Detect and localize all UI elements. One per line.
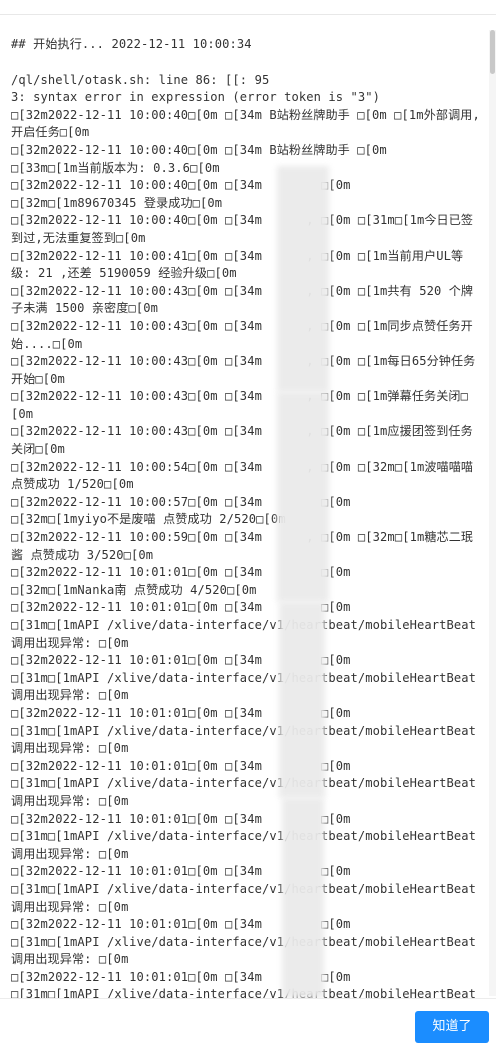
log-line: □[31m□[1mAPI /xlive/data-interface/v1/he…	[11, 987, 476, 998]
acknowledge-button[interactable]: 知道了	[415, 1011, 489, 1043]
log-line: □[33m□[1m当前版本为: 0.3.6□[0m	[11, 160, 220, 175]
log-line: □[32m2022-12-11 10:01:01□[0m □[34m □[0m	[11, 705, 351, 720]
modal-top-divider	[0, 14, 496, 15]
redaction-blur	[279, 602, 325, 798]
log-line: □[31m□[1mAPI /xlive/data-interface/v1/he…	[11, 776, 477, 808]
log-lines: /ql/shell/otask.sh: line 86: [[: 95 3: sy…	[11, 72, 481, 998]
log-line: □[32m2022-12-11 10:00:43□[0m □[34m , □[0…	[11, 318, 473, 351]
log-line: □[31m□[1mAPI /xlive/data-interface/v1/he…	[11, 618, 477, 650]
log-line: □[31m□[1mAPI /xlive/data-interface/v1/he…	[11, 881, 477, 914]
log-line: □[31m□[1mAPI /xlive/data-interface/v1/he…	[11, 829, 477, 861]
log-line: □[32m2022-12-11 10:00:40□[0m □[34m B站粉丝牌…	[11, 107, 480, 140]
log-line: □[32m2022-12-11 10:00:59□[0m □[34m , □[0…	[11, 530, 474, 562]
log-line: □[32m2022-12-11 10:00:43□[0m □[34m , □[0…	[11, 283, 474, 316]
log-line: □[32m2022-12-11 10:00:41□[0m □[34m , □[0…	[11, 248, 464, 281]
log-line: □[32m2022-12-11 10:01:01□[0m □[34m □[0m	[11, 917, 351, 932]
log-modal: ## 开始执行... 2022-12-11 10:00:34/ql/shell/…	[0, 0, 496, 1050]
log-line: □[32m□[1myiyo不是废喵 点赞成功 2/520□[0m	[11, 512, 286, 527]
log-line: □[32m2022-12-11 10:01:01□[0m □[34m □[0m	[11, 565, 351, 580]
log-line: □[32m2022-12-11 10:00:43□[0m □[34m , □[0…	[11, 389, 468, 421]
redaction-blur	[277, 166, 329, 392]
log-line: □[32m□[1mNanka南 点赞成功 4/520□[0m	[11, 582, 257, 597]
log-line: □[32m2022-12-11 10:01:01□[0m □[34m □[0m	[11, 811, 351, 826]
log-line: □[32m2022-12-11 10:01:01□[0m □[34m □[0m	[11, 600, 351, 615]
log-line: □[31m□[1mAPI /xlive/data-interface/v1/he…	[11, 934, 477, 967]
log-line: □[32m2022-12-11 10:00:40□[0m □[34m , □[0…	[11, 213, 474, 245]
log-line: □[31m□[1mAPI /xlive/data-interface/v1/he…	[11, 670, 477, 703]
log-line: □[32m2022-12-11 10:01:01□[0m □[34m □[0m	[11, 969, 351, 984]
log-line: □[32m2022-12-11 10:00:40□[0m □[34m □[0m	[11, 178, 351, 193]
redaction-blur	[282, 798, 324, 998]
log-line: □[31m□[1mAPI /xlive/data-interface/v1/he…	[11, 723, 477, 756]
log-scrollbar[interactable]	[489, 30, 496, 996]
log-line: □[32m□[1m89670345 登录成功□[0m	[11, 195, 223, 210]
log-line: □[32m2022-12-11 10:00:54□[0m □[34m , □[0…	[11, 459, 481, 492]
log-output[interactable]: ## 开始执行... 2022-12-11 10:00:34/ql/shell/…	[11, 36, 481, 998]
log-heading: ## 开始执行... 2022-12-11 10:00:34	[11, 37, 252, 51]
log-line: □[32m2022-12-11 10:00:40□[0m □[34m B站粉丝牌…	[11, 142, 387, 157]
log-line: 3: syntax error in expression (error tok…	[11, 90, 381, 105]
redaction-blur	[277, 392, 329, 602]
scrollbar-thumb[interactable]	[490, 30, 495, 74]
log-line: □[32m2022-12-11 10:01:01□[0m □[34m □[0m	[11, 758, 351, 773]
log-line: □[32m2022-12-11 10:01:01□[0m □[34m □[0m	[11, 653, 351, 668]
log-line: □[32m2022-12-11 10:00:57□[0m □[34m □[0m	[11, 494, 351, 509]
log-line: /ql/shell/otask.sh: line 86: [[: 95	[11, 72, 270, 87]
log-line: □[32m2022-12-11 10:00:43□[0m □[34m , □[0…	[11, 424, 473, 457]
log-line: □[32m2022-12-11 10:01:01□[0m □[34m □[0m	[11, 864, 351, 879]
log-line: □[32m2022-12-11 10:00:43□[0m □[34m , □[0…	[11, 354, 476, 386]
modal-footer: 知道了	[0, 998, 496, 1050]
